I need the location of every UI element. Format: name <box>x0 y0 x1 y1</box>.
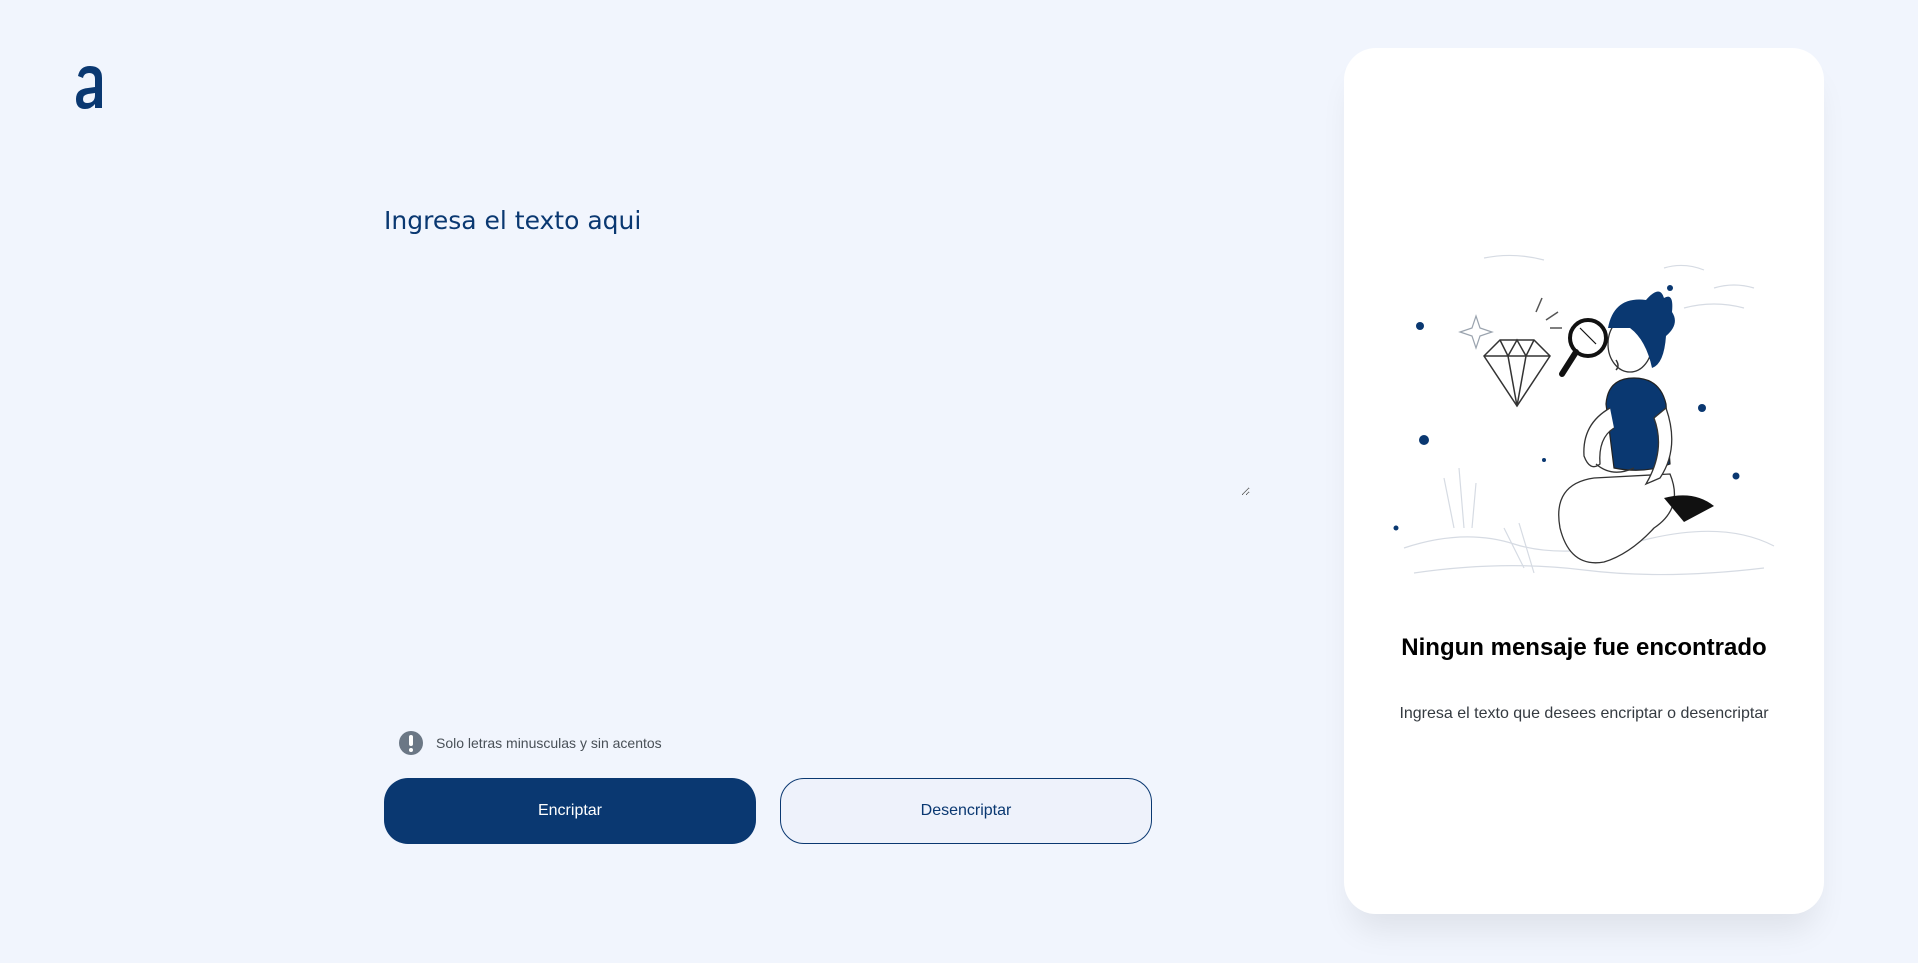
input-hint: Solo letras minusculas y sin acentos <box>398 730 662 756</box>
app-page: Solo letras minusculas y sin acentos Enc… <box>0 0 1918 963</box>
empty-state-title: Ningun mensaje fue encontrado <box>1401 634 1767 661</box>
encrypt-button[interactable]: Encriptar <box>384 778 756 844</box>
empty-state-subtitle: Ingresa el texto que desees encriptar o … <box>1399 705 1769 722</box>
decrypt-button[interactable]: Desencriptar <box>780 778 1152 844</box>
output-panel: Ningun mensaje fue encontrado Ingresa el… <box>1344 48 1824 914</box>
person-with-magnifier-illustration <box>1393 254 1775 576</box>
hint-text: Solo letras minusculas y sin acentos <box>436 735 662 751</box>
exclamation-circle-icon <box>399 731 423 755</box>
text-input[interactable] <box>384 206 1250 496</box>
logo-icon <box>76 66 102 109</box>
